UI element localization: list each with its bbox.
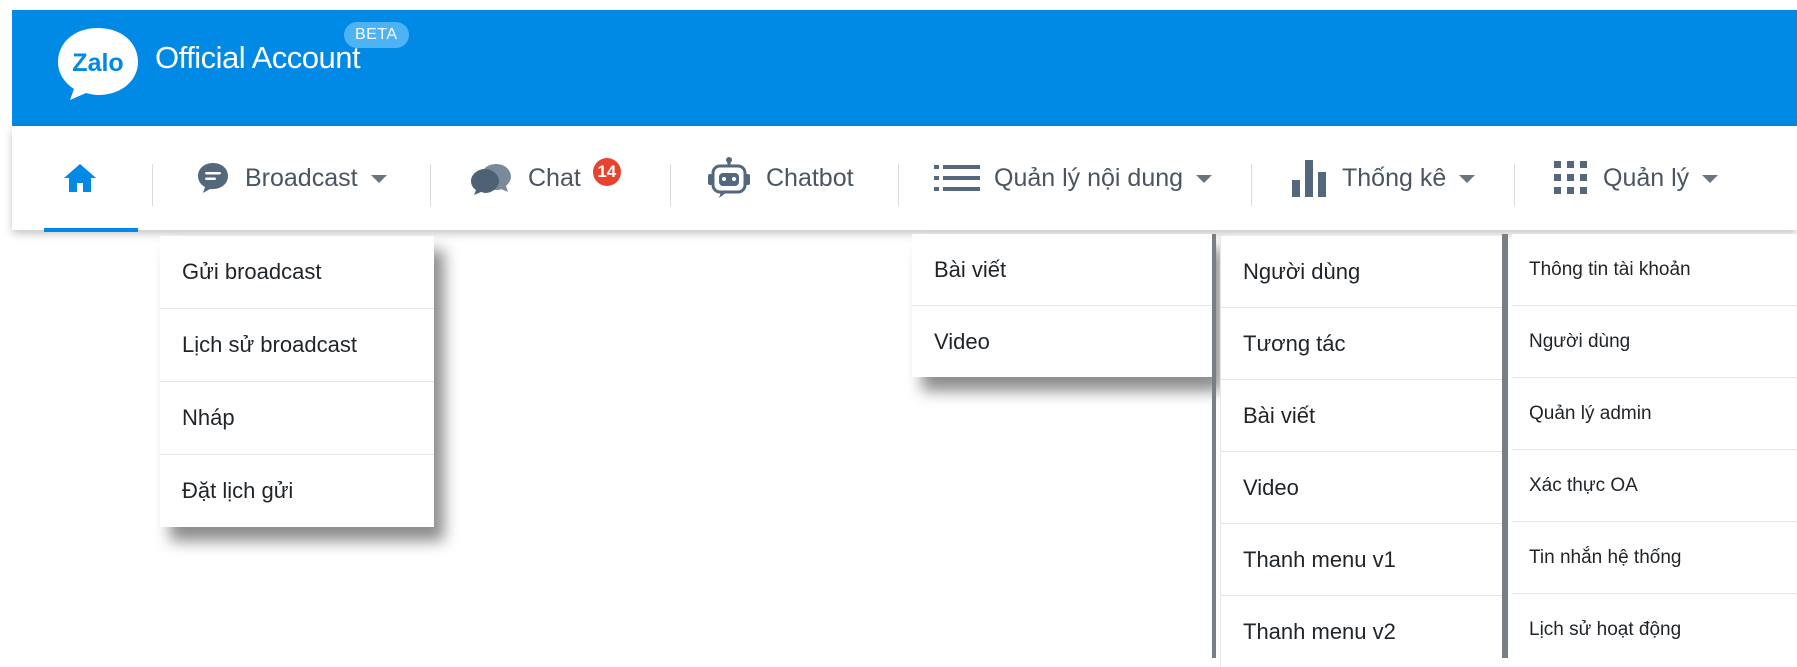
menu-item-tuong-tac[interactable]: Tương tác [1221,308,1503,380]
menu-item-bai-viet[interactable]: Bài viết [912,234,1212,306]
robot-icon [708,157,750,198]
menu-item-gui-broadcast[interactable]: Gửi broadcast [160,236,434,309]
zalo-logo[interactable]: Zalo [50,22,146,104]
chevron-down-icon [1459,175,1476,183]
chat-bubbles-icon [471,164,511,195]
nav-quan-ly-label: Quản lý [1603,163,1690,192]
menu-item-tin-nhan-he-thong[interactable]: Tin nhắn hệ thống [1512,522,1797,594]
menu-item-quan-ly-admin[interactable]: Quản lý admin [1512,378,1797,450]
chevron-down-icon [1196,175,1213,183]
logo-text: Zalo [72,49,123,77]
nav-home[interactable] [62,126,98,230]
nav-divider [1514,164,1515,206]
menu-item-video[interactable]: Video [912,306,1212,377]
menu-item-video-stats[interactable]: Video [1221,452,1503,524]
nav-chat-label: Chat [528,163,581,192]
nav-divider [152,164,153,206]
nav-chatbot-label: Chatbot [766,163,854,192]
menu-item-nguoi-dung[interactable]: Người dùng [1221,236,1503,308]
nav-broadcast[interactable]: Broadcast [195,126,387,230]
nav-divider [670,164,671,206]
menu-item-xac-thuc-oa[interactable]: Xác thực OA [1512,450,1797,522]
nav-chatbot[interactable]: Chatbot [706,126,854,230]
quan-ly-noi-dung-dropdown: Bài viết Video [912,234,1212,377]
quan-ly-dropdown: Thông tin tài khoản Người dùng Quản lý a… [1512,234,1797,665]
unread-count-badge: 14 [592,158,621,186]
message-bubble-icon [198,163,228,193]
grid-dots-icon [1554,161,1587,194]
chevron-down-icon [370,175,387,183]
nav-divider [898,164,899,206]
nav-chat[interactable]: Chat 14 [468,126,621,230]
thong-ke-dropdown: Người dùng Tương tác Bài viết Video Than… [1220,236,1503,667]
menu-item-bai-viet-stats[interactable]: Bài viết [1221,380,1503,452]
broadcast-dropdown: Gửi broadcast Lịch sử broadcast Nháp Đặt… [160,236,434,527]
active-tab-indicator [44,228,138,232]
nav-quan-ly-noi-dung-label: Quản lý nội dung [994,163,1184,192]
home-icon [64,164,96,192]
nav-quan-ly[interactable]: Quản lý [1553,126,1719,230]
nav-thong-ke-label: Thống kê [1342,163,1447,192]
dropdown-edge [1502,234,1508,658]
list-icon [934,165,980,191]
menu-item-nguoi-dung-admin[interactable]: Người dùng [1512,306,1797,378]
menu-item-lich-su-broadcast[interactable]: Lịch sử broadcast [160,309,434,382]
nav-divider [1251,164,1252,206]
menu-item-thanh-menu-v2[interactable]: Thanh menu v2 [1221,596,1503,667]
beta-badge: BETA [344,22,409,48]
menu-item-nhap[interactable]: Nháp [160,382,434,455]
nav-quan-ly-noi-dung[interactable]: Quản lý nội dung [934,126,1213,230]
bar-chart-icon [1292,160,1326,197]
dropdown-edge [1212,234,1216,658]
menu-item-thong-tin-tai-khoan[interactable]: Thông tin tài khoản [1512,234,1797,306]
menu-item-lich-su-hoat-dong[interactable]: Lịch sử hoạt động [1512,594,1797,665]
nav-thong-ke[interactable]: Thống kê [1290,126,1476,230]
chevron-down-icon [1702,175,1719,183]
nav-divider [430,164,431,206]
app-title: Official Account [155,40,361,75]
menu-item-dat-lich-gui[interactable]: Đặt lịch gửi [160,455,434,527]
nav-broadcast-label: Broadcast [245,163,358,192]
menu-item-thanh-menu-v1[interactable]: Thanh menu v1 [1221,524,1503,596]
